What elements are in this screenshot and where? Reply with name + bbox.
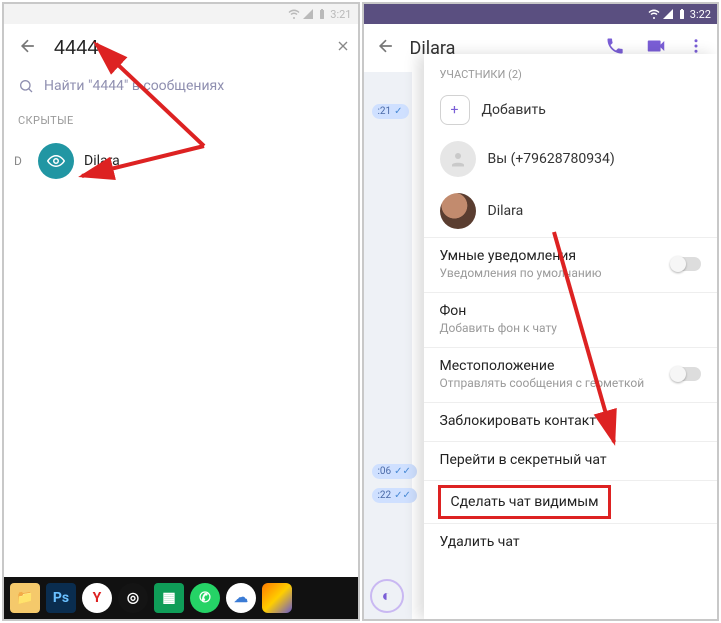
delete-label: Удалить чат bbox=[440, 534, 520, 550]
signal-icon bbox=[302, 8, 314, 20]
taskbar-sheets-icon[interactable]: ▦ bbox=[154, 583, 184, 613]
secret-chat-row[interactable]: Перейти в секретный чат bbox=[424, 441, 718, 480]
background-row[interactable]: Фон Добавить фон к чату bbox=[424, 292, 718, 347]
more-vert-icon bbox=[687, 37, 705, 55]
index-letter: D bbox=[14, 154, 28, 168]
back-button[interactable] bbox=[12, 30, 44, 66]
eye-icon bbox=[47, 152, 65, 170]
smart-notif-toggle[interactable] bbox=[671, 257, 701, 271]
battery-icon bbox=[316, 8, 328, 20]
chat-background-strip bbox=[364, 72, 412, 619]
compose-icon[interactable]: ◐ bbox=[370, 579, 404, 613]
block-label: Заблокировать контакт bbox=[440, 413, 597, 429]
taskbar-target-icon[interactable]: ◎ bbox=[118, 583, 148, 613]
search-icon bbox=[18, 78, 34, 94]
status-time: 3:22 bbox=[690, 8, 711, 21]
search-appbar bbox=[4, 24, 358, 72]
dilara-label: Dilara bbox=[488, 203, 524, 219]
screenshot-right: 3:22 Dilara :21✓ :06✓✓ :22✓✓ УЧАСТНИКИ (… bbox=[362, 2, 720, 621]
add-participant-row[interactable]: + Добавить bbox=[424, 87, 718, 133]
make-visible-label: Сделать чат видимым bbox=[451, 494, 599, 510]
taskbar-whatsapp-icon[interactable]: ✆ bbox=[190, 583, 220, 613]
avatar-placeholder bbox=[440, 141, 476, 177]
bg-title: Фон bbox=[440, 303, 557, 319]
participant-you[interactable]: Вы (+79628780934) bbox=[424, 133, 718, 185]
battery-icon bbox=[676, 8, 688, 20]
participant-dilara[interactable]: Dilara bbox=[424, 185, 718, 237]
back-button[interactable] bbox=[370, 30, 402, 66]
participants-label: УЧАСТНИКИ (2) bbox=[424, 54, 718, 87]
msg-time-2: :06✓✓ bbox=[372, 464, 417, 479]
loc-title: Местоположение bbox=[440, 358, 645, 374]
taskbar-yandex-icon[interactable]: Y bbox=[82, 583, 112, 613]
smart-notifications-row[interactable]: Умные уведомления Уведомления по умолчан… bbox=[424, 237, 718, 292]
status-bar: 3:22 bbox=[364, 4, 718, 24]
taskbar-home-icon[interactable] bbox=[262, 583, 292, 613]
taskbar-photoshop-icon[interactable]: Ps bbox=[46, 583, 76, 613]
secret-label: Перейти в секретный чат bbox=[440, 452, 607, 468]
search-result-row[interactable]: D Dilara bbox=[4, 135, 358, 187]
loc-sub: Отправлять сообщения с геометкой bbox=[440, 376, 645, 390]
hidden-section-label: СКРЫТЫЕ bbox=[4, 100, 358, 135]
taskbar-folder-icon[interactable]: 📁 bbox=[10, 583, 40, 613]
msg-time-1: :21✓ bbox=[372, 104, 409, 119]
taskbar: 📁 Ps Y ◎ ▦ ✆ ☁ bbox=[4, 577, 358, 619]
location-toggle[interactable] bbox=[671, 367, 701, 381]
status-bar: 3:21 bbox=[4, 4, 358, 24]
add-label: Добавить bbox=[482, 102, 546, 118]
avatar-hidden bbox=[38, 143, 74, 179]
search-in-messages[interactable]: Найти "4444" в сообщениях bbox=[4, 72, 358, 100]
block-contact-row[interactable]: Заблокировать контакт bbox=[424, 402, 718, 441]
chat-info-sheet: УЧАСТНИКИ (2) + Добавить Вы (+7962878093… bbox=[424, 54, 718, 619]
plus-icon: + bbox=[440, 95, 470, 125]
result-name: Dilara bbox=[84, 153, 120, 169]
highlight-box: Сделать чат видимым bbox=[438, 485, 612, 519]
bg-sub: Добавить фон к чату bbox=[440, 321, 557, 335]
phone-icon bbox=[605, 36, 625, 56]
person-icon bbox=[449, 150, 467, 168]
clear-button[interactable] bbox=[329, 32, 357, 65]
search-input[interactable] bbox=[54, 37, 319, 60]
wifi-icon bbox=[648, 8, 660, 20]
status-time: 3:21 bbox=[330, 8, 351, 21]
taskbar-cloud-icon[interactable]: ☁ bbox=[226, 583, 256, 613]
smart-notif-sub: Уведомления по умолчанию bbox=[440, 266, 602, 280]
search-hint-text: Найти "4444" в сообщениях bbox=[44, 78, 224, 94]
screenshot-left: 3:21 Найти "4444" в сообщениях СКРЫТЫЕ D… bbox=[2, 2, 360, 621]
you-label: Вы (+79628780934) bbox=[488, 151, 615, 167]
avatar-photo bbox=[440, 193, 476, 229]
delete-chat-row[interactable]: Удалить чат bbox=[424, 523, 718, 562]
compose-row: ◐ bbox=[370, 579, 404, 613]
msg-time-3: :22✓✓ bbox=[372, 488, 417, 503]
location-row[interactable]: Местоположение Отправлять сообщения с ге… bbox=[424, 347, 718, 402]
make-visible-row[interactable]: Сделать чат видимым bbox=[424, 480, 718, 523]
signal-icon bbox=[662, 8, 674, 20]
smart-notif-title: Умные уведомления bbox=[440, 248, 602, 264]
wifi-icon bbox=[288, 8, 300, 20]
